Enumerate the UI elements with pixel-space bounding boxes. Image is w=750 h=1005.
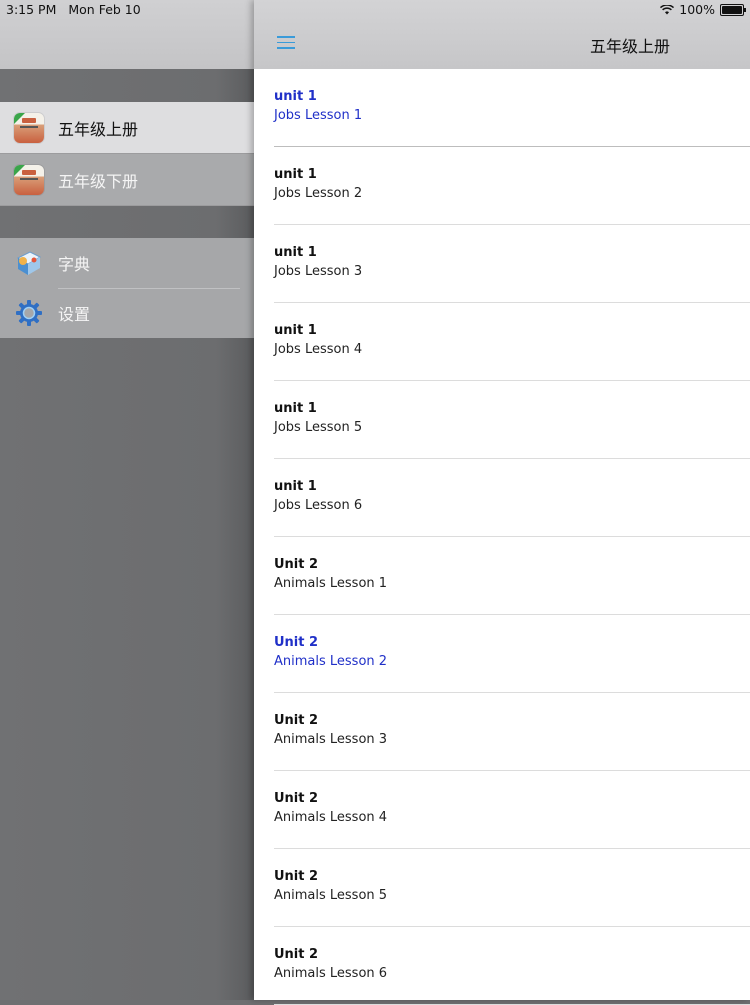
lesson-unit: Unit 2 [274, 635, 319, 650]
lesson-title: Jobs Lesson 4 [274, 342, 363, 357]
status-time: 3:15 PM [6, 2, 57, 17]
lesson-row[interactable]: Unit 2 Animals Lesson 5 [274, 849, 750, 927]
dictionary-icon [14, 248, 44, 278]
lesson-unit: unit 1 [274, 479, 317, 494]
page-title: 五年级上册 [589, 37, 670, 56]
lesson-title: Jobs Lesson 5 [274, 420, 363, 435]
lesson-title: Animals Lesson 3 [274, 732, 388, 747]
lesson-row[interactable]: unit 1 Jobs Lesson 6 [274, 459, 750, 537]
settings-label: 设置 [58, 305, 91, 324]
battery-icon [720, 3, 746, 16]
settings-item[interactable]: 设置 [0, 288, 254, 338]
lesson-unit: unit 1 [274, 167, 317, 182]
lesson-unit: unit 1 [274, 89, 317, 104]
lesson-row[interactable]: unit 1 Jobs Lesson 1 [274, 69, 750, 147]
tool-list: 字典 设置 [0, 238, 254, 338]
book-label: 五年级上册 [58, 119, 139, 139]
hamburger-menu-icon[interactable] [277, 36, 295, 50]
battery-percent: 100% [679, 2, 715, 17]
lesson-title: Animals Lesson 4 [274, 810, 388, 825]
book-cover-icon [14, 112, 44, 143]
status-bar-left: 3:15 PM Mon Feb 10 [6, 2, 149, 17]
lesson-unit: Unit 2 [274, 713, 319, 728]
book-label: 五年级下册 [58, 171, 139, 191]
lesson-title: Jobs Lesson 2 [274, 186, 363, 201]
dictionary-item[interactable]: 字典 [0, 238, 254, 288]
lesson-row[interactable]: Unit 2 Animals Lesson 1 [274, 537, 750, 615]
lesson-title: Jobs Lesson 6 [274, 498, 363, 513]
lesson-unit: unit 1 [274, 401, 317, 416]
main-panel: 100% 五年级上册 unit 1 Jobs Lesson 1 unit 1 Jobs… [254, 0, 750, 1005]
side-drawer: 3:15 PM Mon Feb 10 五年级上册 五年级下册 字典 设置 [0, 0, 254, 1000]
book-item-grade5-vol1[interactable]: 五年级上册 [0, 102, 254, 154]
lesson-row[interactable]: unit 1 Jobs Lesson 4 [274, 303, 750, 381]
lesson-list: unit 1 Jobs Lesson 1 unit 1 Jobs Lesson 2 un… [254, 69, 750, 1005]
lesson-unit: Unit 2 [274, 791, 319, 806]
lesson-unit: Unit 2 [274, 869, 319, 884]
lesson-row[interactable]: Unit 2 Animals Lesson 3 [274, 693, 750, 771]
gear-icon [14, 298, 44, 328]
lesson-title: Animals Lesson 1 [274, 576, 388, 591]
status-bar-right: 100% [660, 2, 746, 17]
lesson-unit: unit 1 [274, 245, 317, 260]
lesson-title: Jobs Lesson 3 [274, 264, 363, 279]
book-list: 五年级上册 五年级下册 [0, 102, 254, 206]
book-item-grade5-vol2[interactable]: 五年级下册 [0, 154, 254, 206]
lesson-title: Jobs Lesson 1 [274, 108, 363, 123]
lesson-row[interactable]: Unit 2 Animals Lesson 6 [274, 927, 750, 1005]
lesson-title: Animals Lesson 6 [274, 966, 388, 981]
lesson-unit: Unit 2 [274, 947, 319, 962]
lesson-unit: unit 1 [274, 323, 317, 338]
lesson-row[interactable]: unit 1 Jobs Lesson 2 [274, 147, 750, 225]
lesson-title: Animals Lesson 2 [274, 654, 388, 669]
status-date: Mon Feb 10 [68, 2, 141, 17]
lesson-row[interactable]: Unit 2 Animals Lesson 4 [274, 771, 750, 849]
dictionary-label: 字典 [58, 255, 91, 274]
navigation-bar: 100% 五年级上册 [254, 0, 750, 69]
lesson-row[interactable]: unit 1 Jobs Lesson 5 [274, 381, 750, 459]
lesson-title: Animals Lesson 5 [274, 888, 388, 903]
book-cover-icon [14, 164, 44, 195]
lesson-unit: Unit 2 [274, 557, 319, 572]
lesson-row[interactable]: unit 1 Jobs Lesson 3 [274, 225, 750, 303]
lesson-row[interactable]: Unit 2 Animals Lesson 2 [274, 615, 750, 693]
wifi-icon [660, 4, 675, 14]
